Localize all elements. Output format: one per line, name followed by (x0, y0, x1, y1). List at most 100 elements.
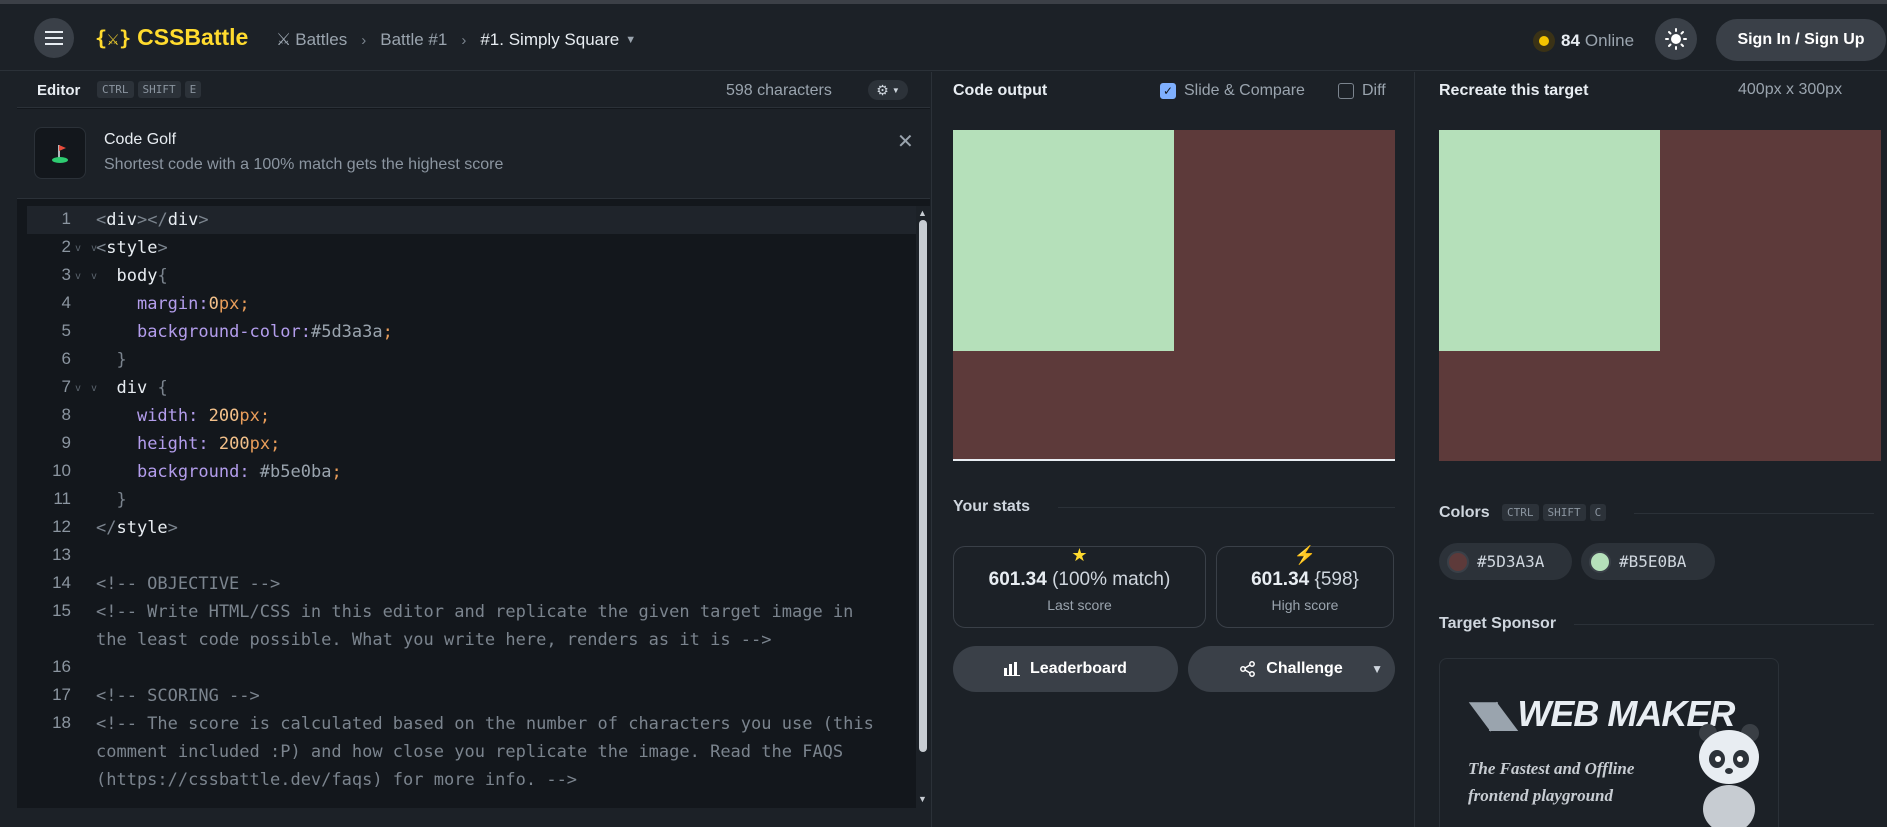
share-icon (1240, 661, 1256, 677)
high-score-label: High score (1271, 597, 1339, 613)
online-indicator: 84 Online (1533, 30, 1634, 52)
breadcrumb: ⚔ Battles › Battle #1 › #1. Simply Squar… (276, 30, 636, 50)
editor-settings-button[interactable]: ⚙ ▼ (868, 80, 908, 100)
code-line: 8 width: 200px; (27, 402, 917, 430)
code-comment: <!-- SCORING --> (96, 686, 260, 706)
kbd-key: SHIFT (137, 81, 181, 98)
code-text: <div></div> (96, 210, 209, 230)
code-token: 200 (208, 406, 240, 426)
line-number: 12 (52, 517, 71, 536)
sign-in-button[interactable]: Sign In / Sign Up (1716, 19, 1886, 61)
breadcrumb-current-target[interactable]: #1. Simply Square (480, 30, 619, 50)
cssbattle-logo[interactable]: {⚔} CSSBattle (95, 24, 248, 51)
character-count: 598 characters (726, 82, 832, 99)
breadcrumb-battle-1[interactable]: Battle #1 (380, 30, 447, 50)
theme-toggle-button[interactable] (1655, 18, 1697, 60)
diff-label: Diff (1362, 82, 1386, 99)
code-token: } (116, 490, 127, 510)
last-match: (100% match) (1052, 569, 1171, 590)
target-title: Recreate this target (1439, 82, 1589, 99)
code-token: div (106, 210, 137, 230)
chevron-down-icon[interactable]: ▼ (625, 34, 636, 46)
divider (1634, 513, 1874, 514)
diff-toggle[interactable]: Diff (1338, 82, 1386, 100)
code-token: style (106, 238, 158, 258)
target-square (1439, 130, 1660, 351)
menu-button[interactable] (34, 18, 74, 58)
editor-header: Editor CTRL SHIFT E 598 characters ⚙ ▼ (17, 72, 930, 108)
code-token: > (198, 210, 209, 230)
code-comment: <!-- Write HTML/CSS in this editor and r… (96, 602, 854, 622)
code-line-wrap: comment included :P) and how close you r… (27, 738, 917, 766)
code-token: div (167, 210, 199, 230)
challenge-button[interactable]: Challenge ▼ (1188, 646, 1395, 692)
logo-text: CSSBattle (137, 24, 249, 50)
code-token: : (188, 406, 209, 426)
code-token: ; (239, 294, 250, 314)
code-comment: <!-- The score is calculated based on th… (96, 714, 874, 734)
high-score-card: ⚡ 601.34 {598} High score (1216, 545, 1394, 628)
line-number: 16 (52, 657, 71, 676)
editor-scrollbar[interactable]: ▲ ▼ (916, 206, 930, 808)
output-pane: Code output ✓ Slide & Compare Diff Your … (931, 72, 1415, 827)
code-text: height: 200px; (96, 434, 280, 454)
leaderboard-button[interactable]: Leaderboard (953, 646, 1178, 692)
divider (1058, 507, 1395, 508)
golf-description: Shortest code with a 100% match gets the… (104, 156, 504, 173)
slide-compare-label: Slide & Compare (1184, 82, 1305, 99)
webmaker-logo-icon: ◥◣ (1464, 693, 1518, 734)
code-line: 17 <!-- SCORING --> (27, 682, 917, 710)
line-number: 10 (52, 461, 71, 480)
output-title: Code output (953, 82, 1048, 99)
code-token: div (116, 378, 148, 398)
checkbox-checked-icon[interactable]: ✓ (1160, 83, 1176, 99)
high-score: 601.34 (1251, 569, 1310, 590)
chevron-down-icon: ▼ (891, 85, 900, 95)
code-text: body{ (96, 266, 168, 286)
code-token: height (136, 434, 199, 454)
line-number: 3 (61, 265, 71, 284)
breadcrumb-battles[interactable]: Battles (295, 30, 347, 50)
close-icon[interactable]: ✕ (897, 129, 914, 154)
line-number: 2 (61, 237, 71, 256)
code-editor[interactable]: 1 <div></div> 2 v v <style> 3 v v body{ … (27, 206, 930, 808)
swatch-hex: #5D3A3A (1477, 552, 1545, 571)
code-line: 9 height: 200px; (27, 430, 917, 458)
code-token: style (116, 518, 168, 538)
code-token: { (147, 378, 168, 398)
scroll-down-icon[interactable]: ▼ (918, 794, 927, 804)
code-line: 11 } (27, 486, 917, 514)
lightning-icon: ⚡ (1293, 545, 1317, 565)
code-text: } (96, 490, 127, 510)
code-comment: comment included :P) and how close you r… (96, 742, 844, 762)
swords-icon: ⚔ (276, 30, 292, 49)
output-canvas[interactable] (953, 130, 1395, 461)
code-token: { (157, 266, 168, 286)
stats-title: Your stats (953, 498, 1031, 515)
kbd-key: CTRL (1502, 504, 1539, 521)
color-swatch[interactable]: #5D3A3A (1439, 543, 1572, 580)
online-label: Online (1584, 31, 1635, 50)
checkbox-icon[interactable] (1338, 83, 1354, 99)
sponsor-tagline: The Fastest and Offline frontend playgro… (1468, 755, 1634, 809)
code-token: background-color (136, 322, 301, 342)
slide-compare-toggle[interactable]: ✓ Slide & Compare (1160, 82, 1305, 100)
code-token: width (136, 406, 189, 426)
kbd-key: C (1589, 504, 1607, 521)
code-line: 14 <!-- OBJECTIVE --> (27, 570, 917, 598)
scroll-up-icon[interactable]: ▲ (918, 208, 927, 218)
chevron-right-icon: › (461, 31, 467, 49)
scrollbar-thumb[interactable] (919, 220, 927, 752)
code-golf-banner: Code Golf Shortest code with a 100% matc… (17, 109, 930, 199)
code-token: ; (259, 406, 271, 426)
target-image[interactable] (1439, 130, 1881, 461)
line-number: 5 (61, 321, 71, 340)
sponsor-card[interactable]: ◥◣WEB MAKER The Fastest and Offline fron… (1439, 658, 1779, 827)
code-line: 3 v v body{ (27, 262, 917, 290)
editor-horizontal-scrollbar[interactable] (17, 808, 930, 827)
color-swatch[interactable]: #B5E0BA (1581, 543, 1715, 580)
code-line: 10 background: #b5e0ba; (27, 458, 917, 486)
code-token: : (239, 462, 260, 482)
chevron-right-icon: › (361, 31, 367, 49)
chevron-down-icon[interactable]: ▼ (1371, 662, 1383, 676)
